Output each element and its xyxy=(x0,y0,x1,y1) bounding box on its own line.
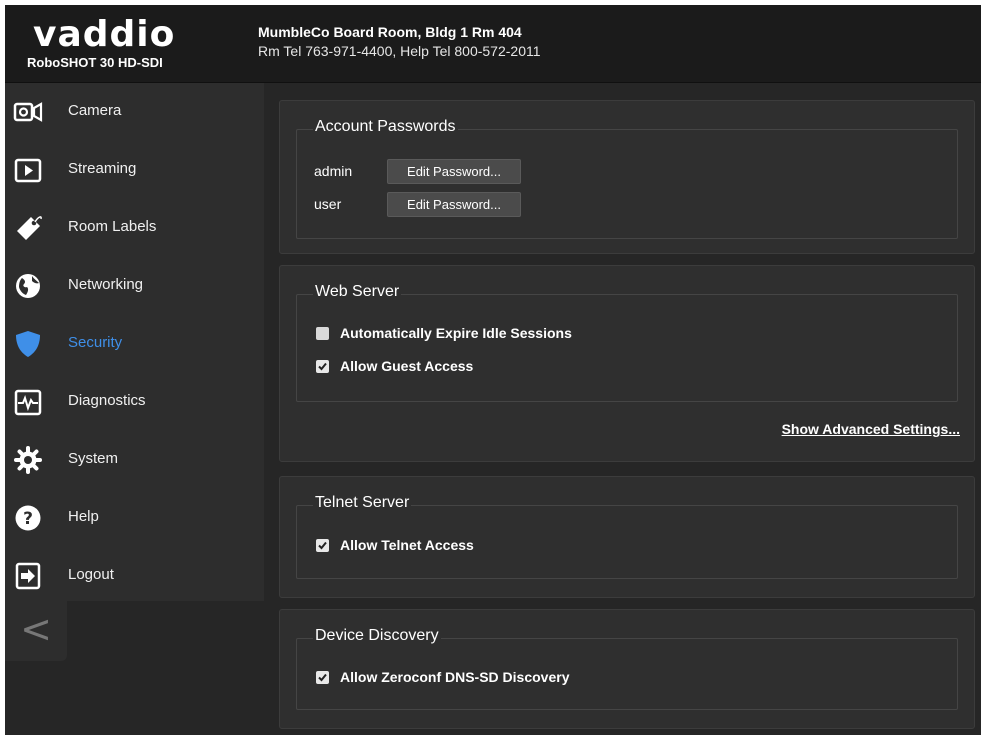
play-icon xyxy=(13,155,43,185)
pulse-icon xyxy=(13,387,43,417)
sidebar-item-streaming[interactable]: Streaming xyxy=(5,141,264,199)
sidebar-item-diagnostics[interactable]: Diagnostics xyxy=(5,373,264,431)
vaddio-logo: vaddio xyxy=(33,14,176,55)
sidebar-nav: Camera Streaming Room Labels Networking … xyxy=(5,83,264,601)
room-title: MumbleCo Board Room, Bldg 1 Rm 404 xyxy=(258,24,522,40)
sidebar-item-system[interactable]: System xyxy=(5,431,264,489)
camera-icon xyxy=(13,97,43,127)
room-phone-info: Rm Tel 763-971-4400, Help Tel 800-572-20… xyxy=(258,43,541,59)
checkbox-label: Allow Telnet Access xyxy=(340,537,474,553)
sidebar-item-label: Networking xyxy=(68,276,144,293)
telnet-server-panel: Telnet Server Allow Telnet Access xyxy=(279,476,975,598)
sidebar-item-label: Diagnostics xyxy=(68,392,146,409)
user-label: user xyxy=(314,196,342,212)
sidebar-item-label: Logout xyxy=(68,566,114,583)
sidebar-item-label: Security xyxy=(68,334,123,351)
sidebar-item-label: System xyxy=(68,450,119,467)
sidebar-item-label: Help xyxy=(68,508,99,525)
device-discovery-legend: Device Discovery xyxy=(313,627,441,645)
shield-icon xyxy=(13,329,43,359)
logout-icon xyxy=(13,561,43,591)
web-server-fieldset xyxy=(296,294,958,402)
sidebar-item-label: Streaming xyxy=(68,160,137,177)
allow-telnet-access-checkbox[interactable] xyxy=(316,539,329,552)
sidebar-item-logout[interactable]: Logout xyxy=(5,547,264,605)
sidebar-item-label: Room Labels xyxy=(68,218,157,235)
sidebar-item-security[interactable]: Security xyxy=(5,315,264,373)
show-advanced-settings-link[interactable]: Show Advanced Settings... xyxy=(782,421,960,437)
web-server-panel: Web Server Automatically Expire Idle Ses… xyxy=(279,265,975,462)
checkmark-icon xyxy=(318,362,327,371)
account-passwords-fieldset xyxy=(296,129,958,239)
checkbox-label: Allow Guest Access xyxy=(340,358,474,374)
checkbox-label: Automatically Expire Idle Sessions xyxy=(340,325,572,341)
checkbox-label: Allow Zeroconf DNS-SD Discovery xyxy=(340,669,570,685)
allow-guest-access-checkbox[interactable] xyxy=(316,360,329,373)
gear-icon xyxy=(13,445,43,475)
svg-text:?: ? xyxy=(23,509,33,529)
sidebar-item-room-labels[interactable]: Room Labels xyxy=(5,199,264,257)
admin-label: admin xyxy=(314,163,353,179)
sidebar-item-label: Camera xyxy=(68,102,122,119)
app-window: vaddio RoboSHOT 30 HD-SDI MumbleCo Board… xyxy=(5,5,981,735)
sidebar-item-help[interactable]: ? Help xyxy=(5,489,264,547)
allow-zeroconf-discovery-checkbox[interactable] xyxy=(316,671,329,684)
sidebar-item-camera[interactable]: Camera xyxy=(5,83,264,141)
edit-admin-password-button[interactable]: Edit Password... xyxy=(387,159,521,184)
header-bar: vaddio RoboSHOT 30 HD-SDI MumbleCo Board… xyxy=(5,5,981,83)
checkmark-icon xyxy=(318,541,327,550)
globe-icon xyxy=(13,271,43,301)
help-icon: ? xyxy=(13,503,43,533)
telnet-server-legend: Telnet Server xyxy=(313,494,412,512)
edit-user-password-button[interactable]: Edit Password... xyxy=(387,192,521,217)
web-server-legend: Web Server xyxy=(313,283,402,301)
account-passwords-panel: Account Passwords admin Edit Password...… xyxy=(279,100,975,254)
checkmark-icon xyxy=(318,673,327,682)
sidebar-item-networking[interactable]: Networking xyxy=(5,257,264,315)
model-name: RoboSHOT 30 HD-SDI xyxy=(27,55,163,70)
device-discovery-panel: Device Discovery Allow Zeroconf DNS-SD D… xyxy=(279,609,975,729)
tag-icon xyxy=(13,213,43,243)
account-passwords-legend: Account Passwords xyxy=(313,118,458,136)
collapse-sidebar-button[interactable]: < xyxy=(5,601,67,661)
expire-idle-sessions-checkbox[interactable] xyxy=(316,327,329,340)
